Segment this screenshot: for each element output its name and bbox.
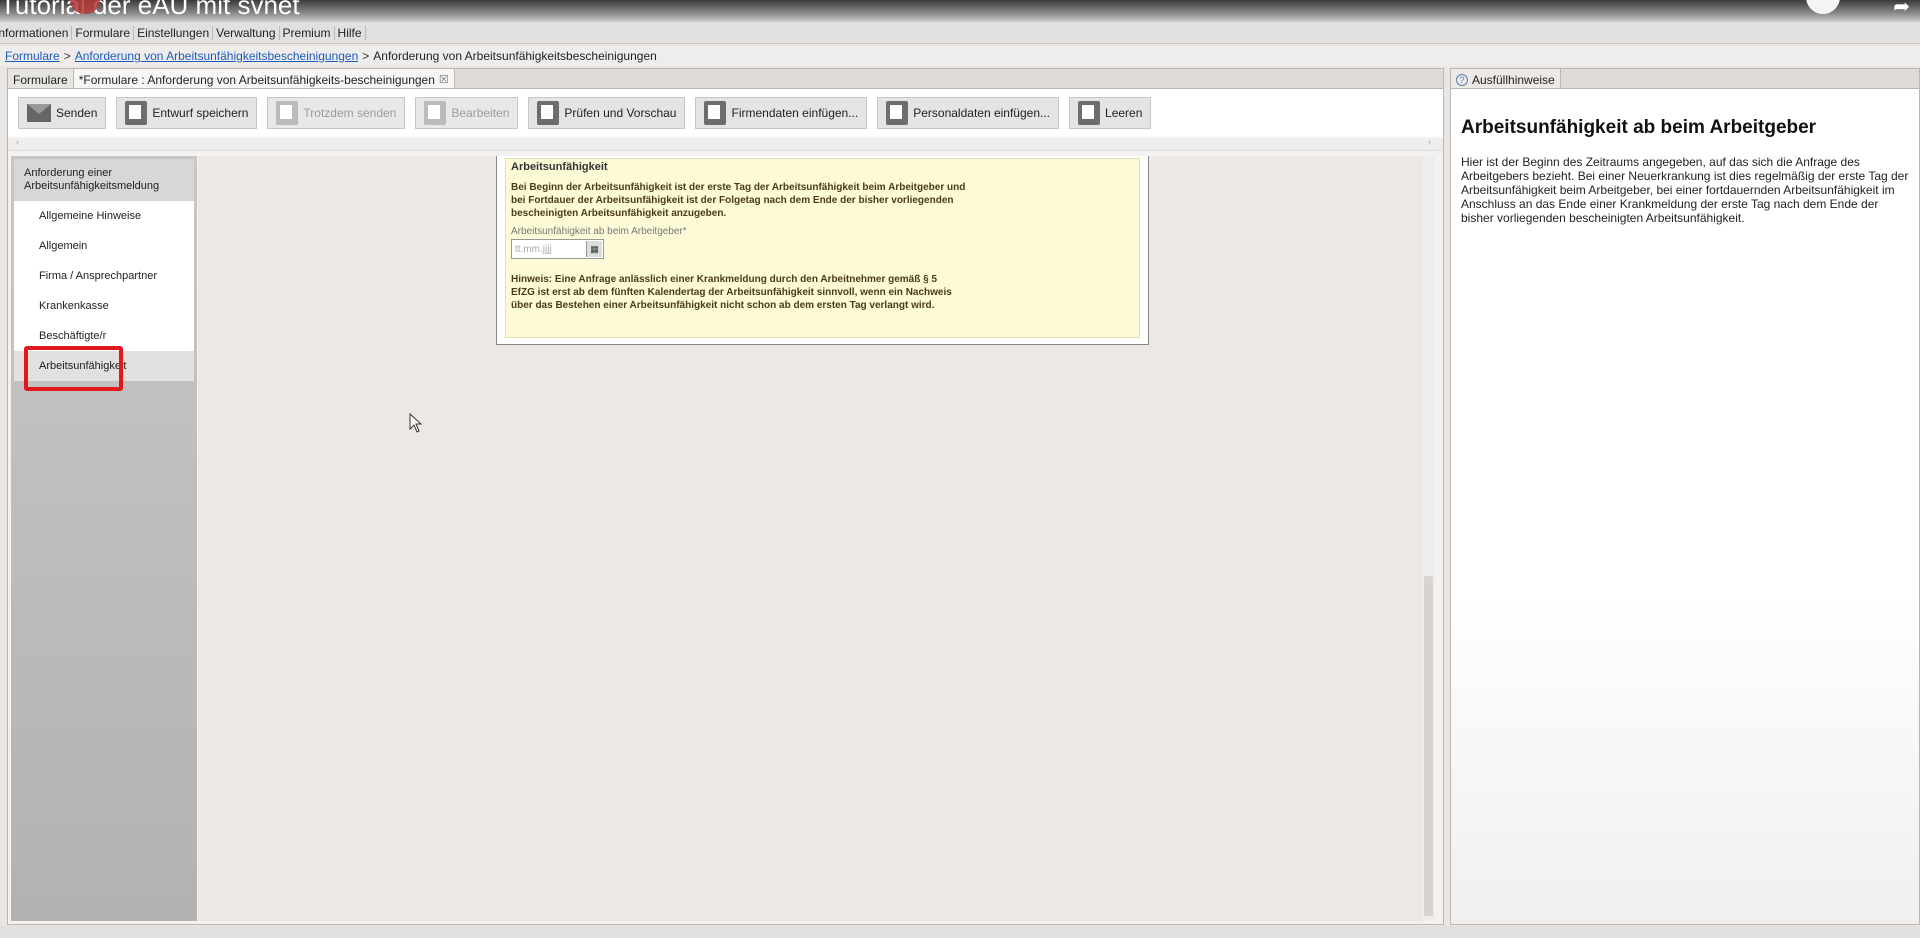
send-anyway-button[interactable]: Trotzdem senden xyxy=(267,97,406,129)
breadcrumb-separator: > xyxy=(63,49,71,63)
menu-hilfe[interactable]: Hilfe xyxy=(335,25,366,40)
mouse-cursor-icon xyxy=(409,413,423,433)
document-insert-icon xyxy=(886,101,909,125)
breadcrumb: Formulare > Anforderung von Arbeitsunfäh… xyxy=(0,46,1920,66)
menu-informationen[interactable]: Informationen xyxy=(0,25,73,40)
nav-item-firma[interactable]: Firma / Ansprechpartner xyxy=(14,261,194,291)
check-preview-label: Prüfen und Vorschau xyxy=(564,106,677,120)
save-draft-button[interactable]: Entwurf speichern xyxy=(116,97,258,129)
tab-label: *Formulare : Anforderung von Arbeitsunfä… xyxy=(78,72,435,87)
document-save-icon xyxy=(125,101,148,125)
edit-button[interactable]: Bearbeiten xyxy=(415,97,519,129)
menu-bar: Informationen Formulare Einstellungen Ve… xyxy=(0,22,1920,44)
document-insert-icon xyxy=(704,101,727,125)
tab-ausfuellhinweise[interactable]: ? Ausfüllhinweise xyxy=(1451,69,1561,88)
help-panel-shading xyxy=(1451,594,1919,924)
clear-button[interactable]: Leeren xyxy=(1069,97,1152,129)
nav-item-label: Allgemein xyxy=(39,240,88,252)
help-title: Arbeitsunfähigkeit ab beim Arbeitgeber xyxy=(1461,117,1817,138)
nav-item-label: Beschäftigte/r xyxy=(39,330,107,342)
menu-premium[interactable]: Premium xyxy=(280,25,335,40)
envelope-icon xyxy=(27,104,51,122)
breadcrumb-current: Anforderung von Arbeitsunfähigkeitsbesch… xyxy=(373,49,657,63)
menu-einstellungen[interactable]: Einstellungen xyxy=(134,25,214,40)
form-editor: Formulare *Formulare : Anforderung von A… xyxy=(7,68,1444,925)
breadcrumb-anforderung-link[interactable]: Anforderung von Arbeitsunfähigkeitsbesch… xyxy=(75,49,359,63)
nav-item-label: Krankenkasse xyxy=(39,300,109,312)
nav-item-label: Firma / Ansprechpartner xyxy=(39,270,157,282)
form-section-body: Arbeitsunfähigkeit Bei Beginn der Arbeit… xyxy=(505,158,1140,338)
tab-formulare[interactable]: Formulare xyxy=(8,69,74,88)
calendar-icon[interactable]: ▦ xyxy=(586,241,602,257)
horizontal-scrollbar[interactable]: ‹ › xyxy=(8,137,1443,151)
insert-company-button[interactable]: Firmendaten einfügen... xyxy=(695,97,868,129)
nav-item-krankenkasse[interactable]: Krankenkasse xyxy=(14,291,194,321)
status-bar xyxy=(0,926,1920,938)
insert-personal-label: Personaldaten einfügen... xyxy=(913,106,1051,120)
breadcrumb-separator: > xyxy=(362,49,370,63)
tab-anforderung[interactable]: *Formulare : Anforderung von Arbeitsunfä… xyxy=(73,69,455,88)
vertical-scrollbar[interactable] xyxy=(1422,156,1435,921)
nav-header: Anforderung einer Arbeitsunfähigkeitsmel… xyxy=(14,159,194,201)
share-icon[interactable]: ➦ xyxy=(1893,0,1910,19)
nav-item-allgemein[interactable]: Allgemein xyxy=(14,231,194,261)
date-placeholder: tt.mm.jjjj xyxy=(515,243,552,255)
document-clear-icon xyxy=(1078,101,1101,125)
send-button[interactable]: Senden xyxy=(18,97,107,129)
form-navigation: Anforderung einer Arbeitsunfähigkeitsmel… xyxy=(11,156,197,921)
scroll-left-icon[interactable]: ‹ xyxy=(16,137,19,148)
section-hint: Hinweis: Eine Anfrage anlässlich einer K… xyxy=(511,274,952,311)
highlight-box xyxy=(24,346,123,391)
help-panel: ? Ausfüllhinweise Arbeitsunfähigkeit ab … xyxy=(1450,68,1920,925)
video-title: Tutorial der eAU mit svnet xyxy=(0,0,300,20)
video-title-bar: Tutorial der eAU mit svnet ➦ xyxy=(0,0,1920,22)
insert-company-label: Firmendaten einfügen... xyxy=(731,106,859,120)
menu-formulare[interactable]: Formulare xyxy=(72,25,135,40)
help-tabs: ? Ausfüllhinweise xyxy=(1451,69,1919,89)
document-edit-icon xyxy=(424,101,447,125)
help-icon: ? xyxy=(1456,73,1468,86)
document-preview-icon xyxy=(537,101,560,125)
tab-label: Formulare xyxy=(13,72,68,87)
editor-tabs: Formulare *Formulare : Anforderung von A… xyxy=(8,69,1443,89)
date-field-label: Arbeitsunfähigkeit ab beim Arbeitgeber* xyxy=(511,226,687,237)
check-preview-button[interactable]: Prüfen und Vorschau xyxy=(528,97,686,129)
save-draft-label: Entwurf speichern xyxy=(152,106,249,120)
send-label: Senden xyxy=(56,106,98,120)
send-anyway-label: Trotzdem senden xyxy=(303,106,397,120)
help-text: Hier ist der Beginn des Zeitraums angege… xyxy=(1461,155,1909,225)
section-title: Arbeitsunfähigkeit xyxy=(511,161,608,173)
tab-label: Ausfüllhinweise xyxy=(1472,72,1555,87)
scrollbar-thumb[interactable] xyxy=(1424,576,1433,916)
nav-item-allgemeine-hinweise[interactable]: Allgemeine Hinweise xyxy=(14,201,194,231)
document-send-icon xyxy=(276,101,299,125)
menu-verwaltung[interactable]: Verwaltung xyxy=(213,25,280,40)
form-section: Arbeitsunfähigkeit Bei Beginn der Arbeit… xyxy=(496,156,1149,345)
date-input[interactable]: tt.mm.jjjj ▦ xyxy=(511,239,604,259)
scroll-right-icon[interactable]: › xyxy=(1428,137,1431,148)
close-icon[interactable]: ☒ xyxy=(439,73,449,86)
toolbar: Senden Entwurf speichern Trotzdem senden… xyxy=(8,89,1443,137)
clear-label: Leeren xyxy=(1105,106,1143,120)
breadcrumb-formulare-link[interactable]: Formulare xyxy=(5,49,60,63)
edit-label: Bearbeiten xyxy=(451,106,510,120)
form-content-area: Arbeitsunfähigkeit Bei Beginn der Arbeit… xyxy=(198,156,1429,921)
nav-item-label: Allgemeine Hinweise xyxy=(39,210,142,222)
insert-personal-button[interactable]: Personaldaten einfügen... xyxy=(877,97,1060,129)
video-control-icon[interactable] xyxy=(1806,0,1840,14)
section-intro: Bei Beginn der Arbeitsunfähigkeit ist de… xyxy=(511,182,966,219)
